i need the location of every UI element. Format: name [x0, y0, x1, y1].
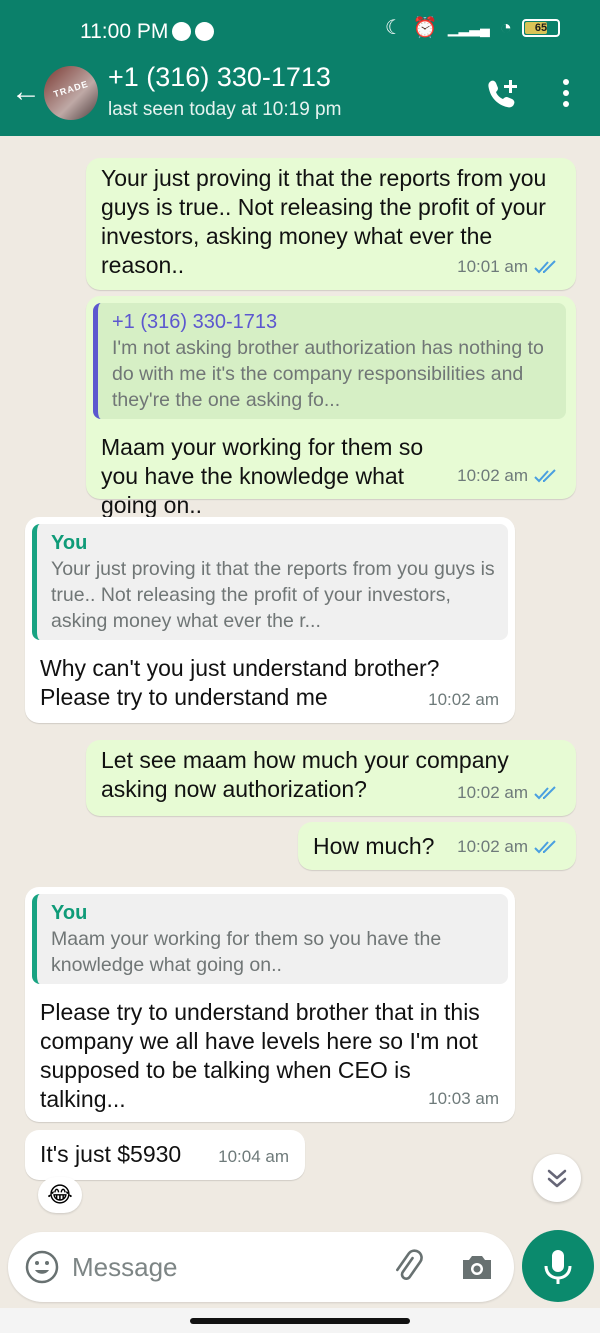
battery-icon: 65: [522, 19, 560, 37]
home-indicator[interactable]: [190, 1318, 410, 1324]
message-time: 10:04 am: [218, 1147, 289, 1166]
double-check-icon: [534, 839, 556, 853]
message-input[interactable]: [72, 1246, 372, 1288]
quote-text: Your just proving it that the reports fr…: [51, 558, 495, 632]
message-time: 10:01 am: [457, 257, 528, 276]
quoted-message[interactable]: +1 (316) 330-1713 I'm not asking brother…: [93, 303, 566, 419]
message-bubble[interactable]: +1 (316) 330-1713 I'm not asking brother…: [86, 296, 576, 518]
message-bubble[interactable]: You Maam your working for them so you ha…: [25, 887, 515, 1122]
message-time: 10:03 am: [428, 1089, 499, 1108]
last-seen-status: last seen today at 10:19 pm: [108, 99, 342, 120]
alarm-icon: ⏰: [412, 17, 438, 39]
avatar-tag: TRADE: [52, 78, 90, 100]
message-time: 10:02 am: [457, 466, 528, 485]
message-text: Why can't you just understand brother? P…: [40, 655, 440, 710]
quote-author: You: [51, 902, 88, 924]
quoted-message[interactable]: You Your just proving it that the report…: [32, 524, 508, 640]
message-text: Please try to understand brother that in…: [40, 999, 480, 1112]
microphone-icon: [544, 1250, 572, 1284]
add-call-icon[interactable]: [482, 74, 522, 114]
double-check-icon: [534, 259, 556, 273]
mic-button[interactable]: [522, 1230, 594, 1302]
contact-name[interactable]: +1 (316) 330-1713: [108, 62, 331, 93]
message-bubble[interactable]: How much? 10:02 am: [298, 822, 576, 870]
quote-author: +1 (316) 330-1713: [112, 311, 278, 333]
status-icons: ☾ ⏰ ▁▂▃▄ ◔ 65: [385, 18, 560, 38]
emoji-icon[interactable]: [24, 1249, 60, 1285]
wifi-icon: ◔: [499, 17, 512, 39]
message-time: 10:02 am: [428, 690, 499, 709]
message-composer: [8, 1232, 514, 1302]
quote-text: I'm not asking brother authorization has…: [112, 337, 544, 411]
notification-icons: [172, 22, 214, 41]
quote-text: Maam your working for them so you have t…: [51, 928, 442, 976]
message-bubble[interactable]: Let see maam how much your company askin…: [86, 740, 576, 816]
scroll-to-bottom-button[interactable]: [533, 1154, 581, 1202]
message-text: Maam your working for them so you have t…: [101, 434, 424, 518]
reaction-badge[interactable]: 😂: [38, 1177, 82, 1213]
more-options-icon[interactable]: [554, 76, 578, 110]
camera-icon[interactable]: [458, 1249, 496, 1285]
message-bubble[interactable]: You Your just proving it that the report…: [25, 517, 515, 723]
quote-author: You: [51, 532, 88, 554]
message-time: 10:02 am: [457, 837, 528, 856]
status-time: 11:00 PM: [80, 20, 169, 43]
chevron-double-down-icon: [547, 1169, 567, 1188]
quoted-message[interactable]: You Maam your working for them so you ha…: [32, 894, 508, 984]
signal-icon: ▁▂▃▄: [447, 20, 490, 36]
chat-area[interactable]: Your just proving it that the reports fr…: [0, 136, 600, 1226]
double-check-icon: [534, 785, 556, 799]
message-time: 10:02 am: [457, 783, 528, 802]
message-bubble[interactable]: It's just $5930 10:04 am: [25, 1130, 305, 1180]
message-bubble[interactable]: Your just proving it that the reports fr…: [86, 158, 576, 290]
attach-icon[interactable]: [390, 1249, 426, 1285]
chat-header: ← TRADE +1 (316) 330-1713 last seen toda…: [0, 50, 600, 136]
battery-level: 65: [534, 22, 548, 34]
moon-icon: ☾: [384, 17, 403, 39]
status-bar: 11:00 PM ☾ ⏰ ▁▂▃▄ ◔ 65: [0, 0, 600, 50]
double-check-icon: [534, 468, 556, 482]
avatar[interactable]: TRADE: [44, 66, 98, 120]
back-arrow-icon[interactable]: ←: [8, 72, 44, 112]
